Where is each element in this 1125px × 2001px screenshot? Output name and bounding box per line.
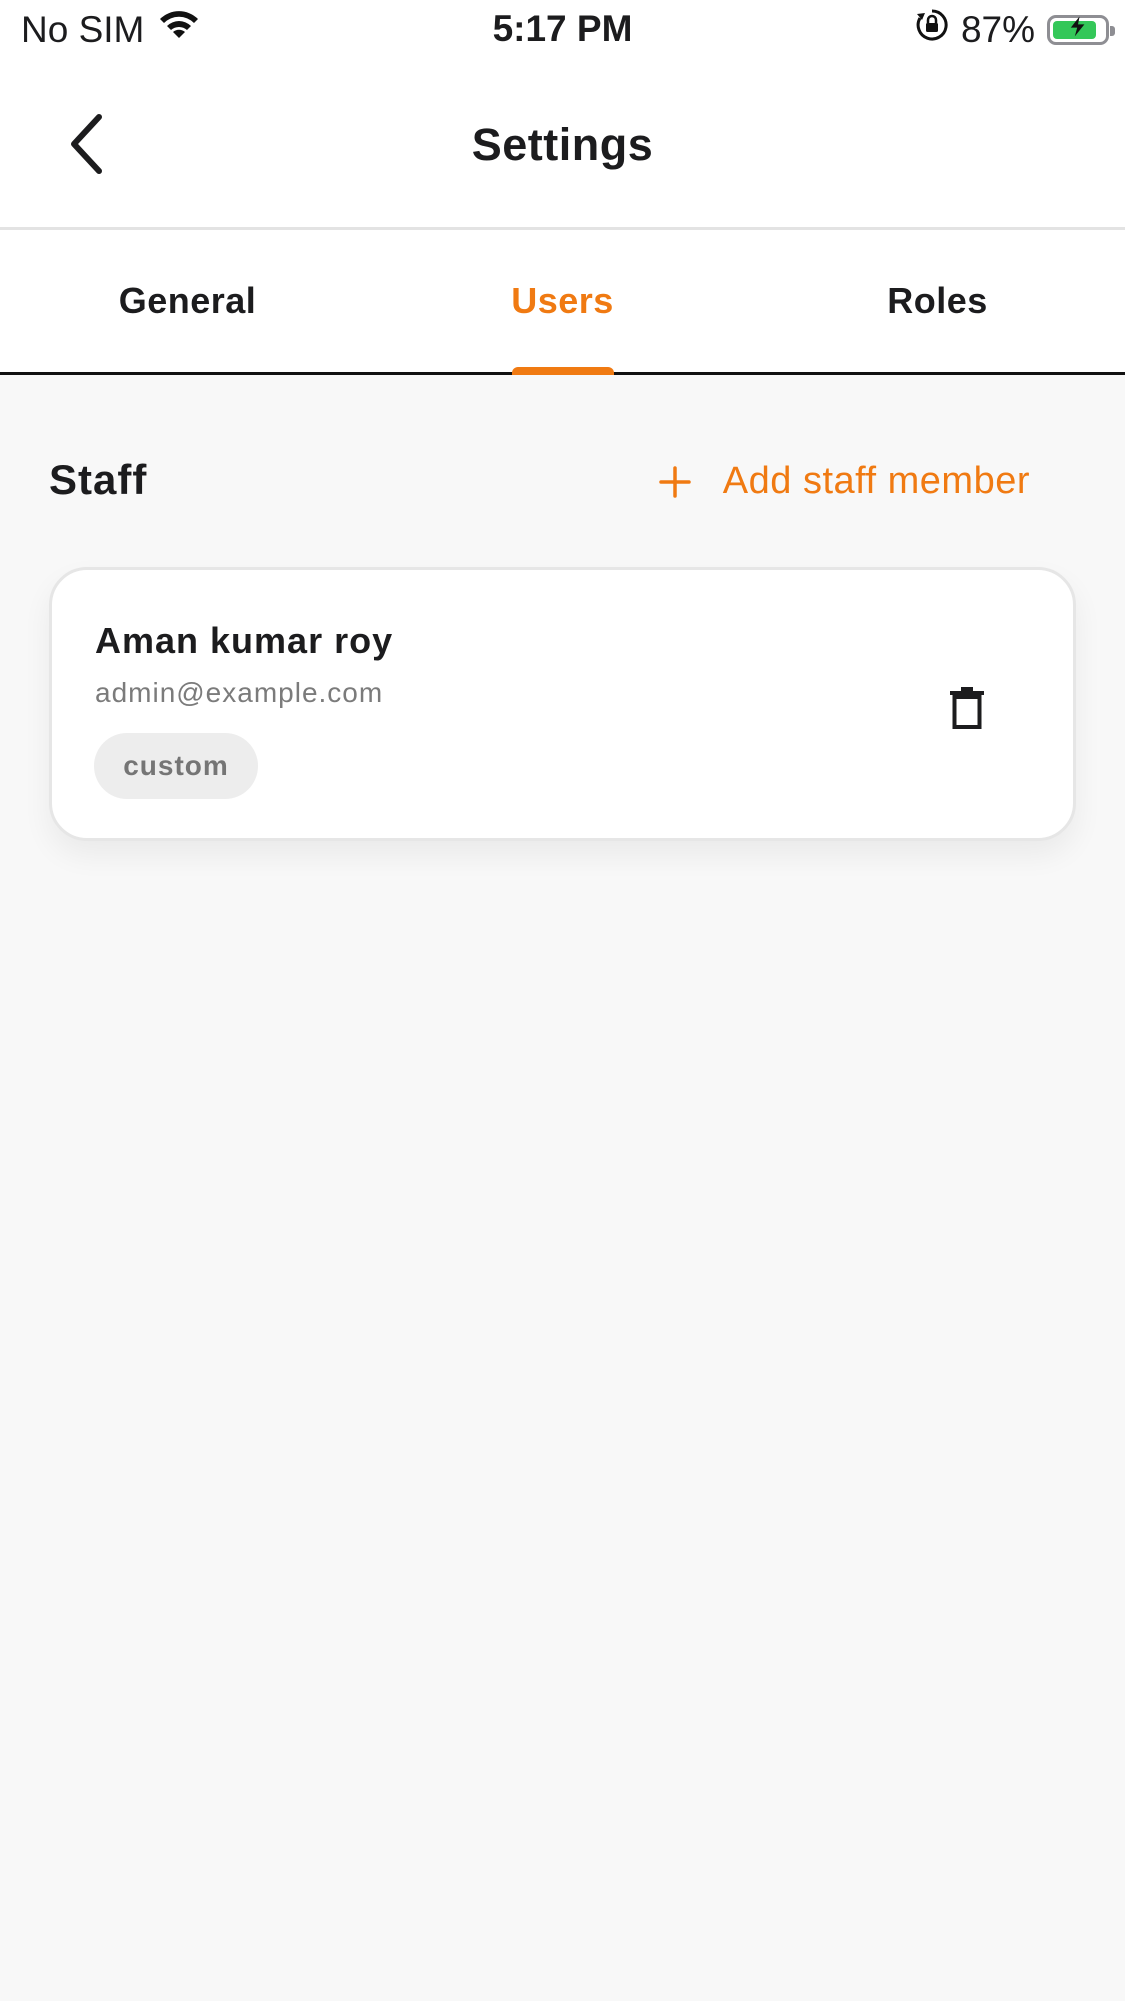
tab-users[interactable]: Users xyxy=(375,230,750,375)
status-bar: No SIM 5:17 PM 87% xyxy=(0,0,1125,62)
navigation-bar: Settings xyxy=(0,62,1125,230)
battery-nub xyxy=(1110,25,1115,36)
staff-email: admin@example.com xyxy=(95,677,384,708)
bolt-icon xyxy=(1070,15,1085,36)
tab-users-label: Users xyxy=(511,280,614,321)
delete-staff-button[interactable] xyxy=(945,682,989,734)
tab-general-label: General xyxy=(118,280,257,321)
tab-general[interactable]: General xyxy=(0,230,375,372)
staff-card[interactable]: Aman kumar roy admin@example.com custom xyxy=(49,567,1076,841)
staff-name: Aman kumar roy xyxy=(95,620,394,661)
role-badge: custom xyxy=(94,733,258,799)
add-staff-member-button[interactable]: Add staff member xyxy=(659,460,1030,503)
tab-roles[interactable]: Roles xyxy=(750,230,1125,372)
status-right: 87% xyxy=(915,8,1115,51)
page-title: Settings xyxy=(471,119,654,170)
tab-roles-label: Roles xyxy=(887,280,988,321)
add-staff-member-label: Add staff member xyxy=(722,460,1030,502)
battery-percent: 87% xyxy=(960,8,1035,50)
trash-icon xyxy=(950,687,984,729)
battery-charging-icon xyxy=(1047,14,1115,45)
tab-bar: General Users Roles xyxy=(0,230,1125,375)
section-title-staff: Staff xyxy=(49,456,148,503)
orientation-lock-icon xyxy=(915,8,949,51)
plus-icon xyxy=(659,465,691,498)
active-tab-indicator xyxy=(511,367,614,375)
